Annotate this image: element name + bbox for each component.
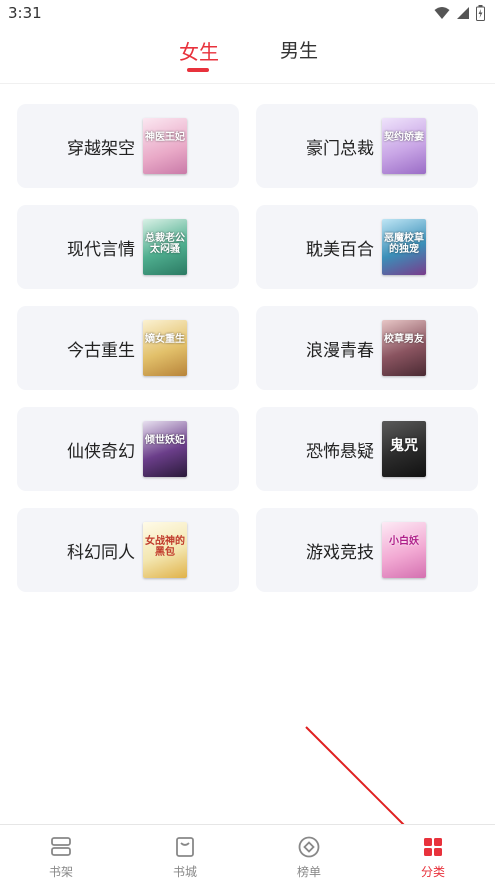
- nav-item-bookstore[interactable]: 书城: [150, 829, 220, 879]
- category-label: 豪门总裁: [306, 139, 374, 159]
- status-time: 3:31: [8, 4, 42, 22]
- book-cover-thumbnail: 总裁老公太闷骚: [143, 219, 187, 275]
- nav-label: 书城: [172, 865, 197, 879]
- battery-icon: [476, 5, 485, 21]
- gender-tabs: 女生 男生: [0, 28, 495, 84]
- nav-item-ranking[interactable]: 榜单: [274, 829, 344, 879]
- category-label: 今古重生: [67, 341, 135, 361]
- bottom-nav: 书架 书城 榜单 分类: [0, 824, 495, 880]
- category-card[interactable]: 穿越架空 神医王妃: [17, 104, 239, 188]
- nav-label: 书架: [48, 865, 73, 879]
- cover-title: 嫡女重生: [145, 334, 185, 345]
- cover-title: 鬼咒: [390, 438, 418, 454]
- category-card[interactable]: 游戏竞技 小白妖: [256, 508, 478, 592]
- tab-female[interactable]: 女生: [179, 36, 219, 65]
- book-cover-thumbnail: 嫡女重生: [143, 320, 187, 376]
- nav-label: 榜单: [296, 865, 321, 879]
- category-card[interactable]: 科幻同人 女战神的黑包: [17, 508, 239, 592]
- cover-title: 神医王妃: [145, 132, 185, 143]
- cover-title: 恶魔校草的独宠: [384, 233, 424, 255]
- cover-title: 总裁老公太闷骚: [145, 233, 185, 255]
- category-label: 耽美百合: [306, 240, 374, 260]
- bookshelf-icon: [51, 837, 71, 856]
- category-label: 穿越架空: [67, 139, 135, 159]
- book-cover-thumbnail: 校草男友: [382, 320, 426, 376]
- nav-item-category[interactable]: 分类: [398, 829, 468, 879]
- category-card[interactable]: 今古重生 嫡女重生: [17, 306, 239, 390]
- category-grid-icon: [424, 838, 442, 856]
- book-cover-thumbnail: 女战神的黑包: [143, 522, 187, 578]
- book-cover-thumbnail: 小白妖: [382, 522, 426, 578]
- book-cover-thumbnail: 恶魔校草的独宠: [382, 219, 426, 275]
- book-cover-thumbnail: 鬼咒: [382, 421, 426, 477]
- status-icons: [434, 5, 485, 21]
- ranking-icon: [298, 836, 320, 858]
- category-label: 恐怖悬疑: [306, 442, 374, 462]
- tab-male[interactable]: 男生: [280, 36, 318, 63]
- cover-title: 契约娇妻: [384, 132, 424, 143]
- book-cover-thumbnail: 契约娇妻: [382, 118, 426, 174]
- category-label: 仙侠奇幻: [67, 442, 135, 462]
- status-bar: 3:31: [0, 0, 495, 28]
- category-label: 浪漫青春: [306, 341, 374, 361]
- category-label: 科幻同人: [67, 543, 135, 563]
- category-card[interactable]: 仙侠奇幻 倾世妖妃: [17, 407, 239, 491]
- category-label: 现代言情: [67, 240, 135, 260]
- book-cover-thumbnail: 倾世妖妃: [143, 421, 187, 477]
- cover-title: 女战神的黑包: [145, 536, 185, 558]
- cover-title: 倾世妖妃: [145, 435, 185, 446]
- nav-item-bookshelf[interactable]: 书架: [26, 829, 96, 879]
- signal-icon: [457, 7, 469, 19]
- category-card[interactable]: 浪漫青春 校草男友: [256, 306, 478, 390]
- app-root: 3:31 女生 男生 穿越架空 神医王妃 豪门总裁 契约娇妻 现代言情 总裁老公…: [0, 0, 495, 880]
- category-card[interactable]: 耽美百合 恶魔校草的独宠: [256, 205, 478, 289]
- wifi-icon: [434, 7, 450, 19]
- nav-label: 分类: [420, 865, 445, 879]
- category-label: 游戏竞技: [306, 543, 374, 563]
- category-card[interactable]: 恐怖悬疑 鬼咒: [256, 407, 478, 491]
- bookstore-icon: [176, 837, 194, 857]
- cover-title: 校草男友: [384, 334, 424, 345]
- category-card[interactable]: 现代言情 总裁老公太闷骚: [17, 205, 239, 289]
- cover-title: 小白妖: [389, 536, 419, 547]
- category-card[interactable]: 豪门总裁 契约娇妻: [256, 104, 478, 188]
- active-tab-indicator: [187, 68, 209, 72]
- book-cover-thumbnail: 神医王妃: [143, 118, 187, 174]
